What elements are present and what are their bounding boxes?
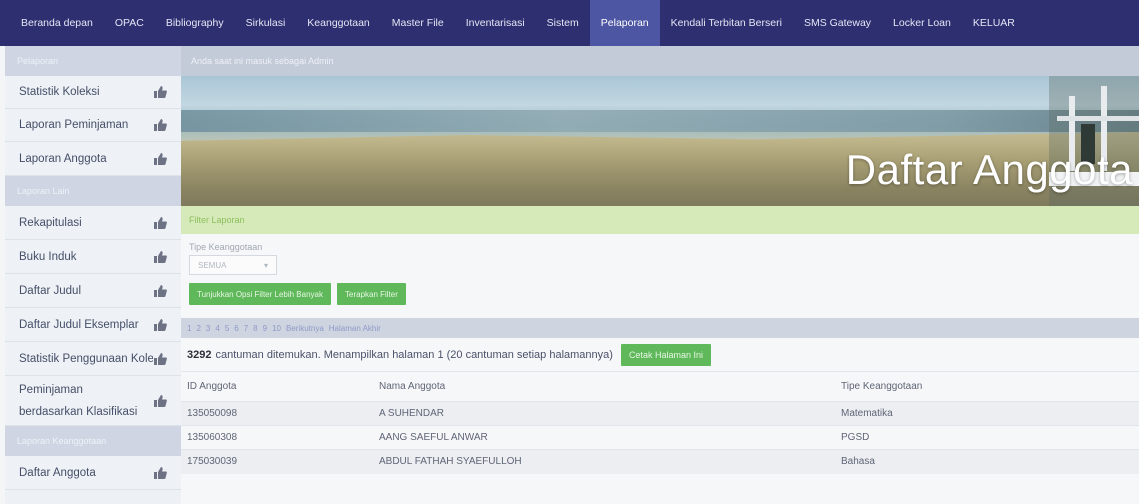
thumbs-up-icon [153, 318, 167, 332]
result-text: cantuman ditemukan. Menampilkan halaman … [215, 348, 613, 361]
nav-sistem[interactable]: Sistem [536, 0, 590, 46]
sidebar-item-daftar-anggota[interactable]: Daftar Anggota [5, 456, 181, 490]
thumbs-up-icon [153, 352, 167, 366]
sidebar-item-statistik-koleksi[interactable]: Statistik Koleksi [5, 76, 181, 109]
sidebar-item-peminjaman-klasifikasi[interactable]: Peminjaman berdasarkan Klasifikasi [5, 376, 181, 426]
sidebar-item-laporan-anggota[interactable]: Laporan Anggota [5, 142, 181, 176]
members-table: ID Anggota Nama Anggota Tipe Keanggotaan… [181, 371, 1139, 474]
sidebar-item-label: Daftar Judul [19, 284, 82, 297]
thumbs-up-icon [153, 152, 167, 166]
sidebar-item-daftar-judul-eksemplar[interactable]: Daftar Judul Eksemplar [5, 308, 181, 342]
table-row: 175030039 ABDUL FATHAH SYAEFULLOH Bahasa [181, 449, 1139, 474]
result-count: 3292 [187, 348, 212, 361]
sidebar-item-label: Statistik Koleksi [19, 86, 100, 98]
member-type: Bahasa [835, 449, 1139, 474]
page-link-3[interactable]: 3 [206, 324, 210, 333]
page-link-2[interactable]: 2 [196, 324, 200, 333]
member-name: ABDUL FATHAH SYAEFULLOH [373, 449, 835, 474]
banner-sea [181, 110, 1139, 132]
page-link-9[interactable]: 9 [263, 324, 267, 333]
thumbs-up-icon [153, 394, 167, 408]
member-id: 135050098 [181, 401, 373, 426]
login-notice: Anda saat ini masuk sebagai Admin [181, 46, 1139, 76]
table-row: 135060308 AANG SAEFUL ANWAR PGSD [181, 425, 1139, 450]
sidebar-section-laporan-keanggotaan: Laporan Keanggotaan [5, 426, 181, 456]
member-id: 175030039 [181, 449, 373, 474]
result-summary: 3292 cantuman ditemukan. Menampilkan hal… [181, 338, 1139, 371]
member-name: A SUHENDAR [373, 401, 835, 426]
sidebar-item-rekapitulasi[interactable]: Rekapitulasi [5, 206, 181, 240]
page-link-last[interactable]: Halaman Akhir [329, 324, 381, 333]
thumbs-up-icon [153, 216, 167, 230]
nav-kendali-terbitan[interactable]: Kendali Terbitan Berseri [660, 0, 793, 46]
thumbs-up-icon [153, 250, 167, 264]
col-header-name: Nama Anggota [373, 371, 835, 402]
sidebar-item-label: Statistik Penggunaan Koleksi [19, 352, 153, 365]
sidebar-item-label: Peminjaman berdasarkan Klasifikasi [19, 383, 138, 418]
table-header-row: ID Anggota Nama Anggota Tipe Keanggotaan [181, 371, 1139, 402]
thumbs-up-icon [153, 284, 167, 298]
sidebar-item-label: Buku Induk [19, 250, 77, 263]
nav-inventarisasi[interactable]: Inventarisasi [455, 0, 536, 46]
main-content: Anda saat ini masuk sebagai Admin Daftar… [181, 46, 1139, 504]
filter-panel: Tipe Keanggotaan SEMUA ▾ Tunjukkan Opsi … [181, 234, 1139, 318]
page-title: Daftar Anggota [845, 146, 1133, 193]
select-value: SEMUA [198, 260, 227, 270]
sidebar-item-daftar-judul[interactable]: Daftar Judul [5, 274, 181, 308]
sidebar: Pelaporan Statistik Koleksi Laporan Pemi… [5, 46, 181, 504]
pagination: 1 2 3 4 5 6 7 8 9 10 Berikutnya Halaman … [181, 318, 1139, 338]
nav-keluar[interactable]: KELUAR [962, 0, 1026, 46]
nav-beranda[interactable]: Beranda depan [10, 0, 104, 46]
table-row: 135050098 A SUHENDAR Matematika [181, 401, 1139, 426]
sidebar-section-pelaporan: Pelaporan [5, 46, 181, 76]
print-page-button[interactable]: Cetak Halaman Ini [620, 343, 711, 366]
member-id: 135060308 [181, 425, 373, 450]
chevron-down-icon: ▾ [263, 260, 268, 270]
filter-buttons: Tunjukkan Opsi Filter Lebih Banyak Terap… [189, 283, 1131, 305]
sidebar-item-label: Laporan Peminjaman [19, 119, 129, 131]
member-name: AANG SAEFUL ANWAR [373, 425, 835, 450]
col-header-type: Tipe Keanggotaan [835, 371, 1139, 402]
page-link-10[interactable]: 10 [272, 324, 281, 333]
page-link-4[interactable]: 4 [215, 324, 219, 333]
page-link-1[interactable]: 1 [187, 324, 191, 333]
nav-sms-gateway[interactable]: SMS Gateway [793, 0, 882, 46]
sidebar-item-label: Daftar Judul Eksemplar [19, 318, 139, 331]
page-link-next[interactable]: Berikutnya [286, 324, 324, 333]
top-navbar: Beranda depan OPAC Bibliography Sirkulas… [0, 0, 1139, 46]
thumbs-up-icon [153, 85, 167, 99]
more-filter-options-button[interactable]: Tunjukkan Opsi Filter Lebih Banyak [189, 283, 331, 305]
thumbs-up-icon [153, 118, 167, 132]
sidebar-item-laporan-peminjaman[interactable]: Laporan Peminjaman [5, 109, 181, 142]
nav-pelaporan[interactable]: Pelaporan [589, 0, 660, 46]
membership-type-select[interactable]: SEMUA ▾ [189, 255, 277, 275]
nav-locker-loan[interactable]: Locker Loan [882, 0, 962, 46]
nav-bibliography[interactable]: Bibliography [155, 0, 235, 46]
member-type: Matematika [835, 401, 1139, 426]
nav-sirkulasi[interactable]: Sirkulasi [235, 0, 297, 46]
member-type: PGSD [835, 425, 1139, 450]
filter-header: Filter Laporan [181, 206, 1139, 234]
sidebar-item-buku-induk[interactable]: Buku Induk [5, 240, 181, 274]
sidebar-item-label: Laporan Anggota [19, 152, 107, 165]
nav-opac[interactable]: OPAC [104, 0, 155, 46]
nav-master-file[interactable]: Master File [381, 0, 455, 46]
sidebar-item-label: Daftar Anggota [19, 466, 96, 479]
sidebar-item-statistik-penggunaan[interactable]: Statistik Penggunaan Koleksi [5, 342, 181, 376]
page-link-8[interactable]: 8 [253, 324, 257, 333]
sidebar-item-label: Rekapitulasi [19, 216, 82, 229]
apply-filter-button[interactable]: Terapkan Filter [337, 283, 406, 305]
nav-keanggotaan[interactable]: Keanggotaan [296, 0, 380, 46]
membership-type-label: Tipe Keanggotaan [189, 242, 263, 252]
page-link-6[interactable]: 6 [234, 324, 238, 333]
sidebar-section-laporan-lain: Laporan Lain [5, 176, 181, 206]
thumbs-up-icon [153, 466, 167, 480]
col-header-id: ID Anggota [181, 371, 373, 402]
page-link-5[interactable]: 5 [225, 324, 229, 333]
page-link-7[interactable]: 7 [244, 324, 248, 333]
header-banner: Daftar Anggota [181, 76, 1139, 206]
